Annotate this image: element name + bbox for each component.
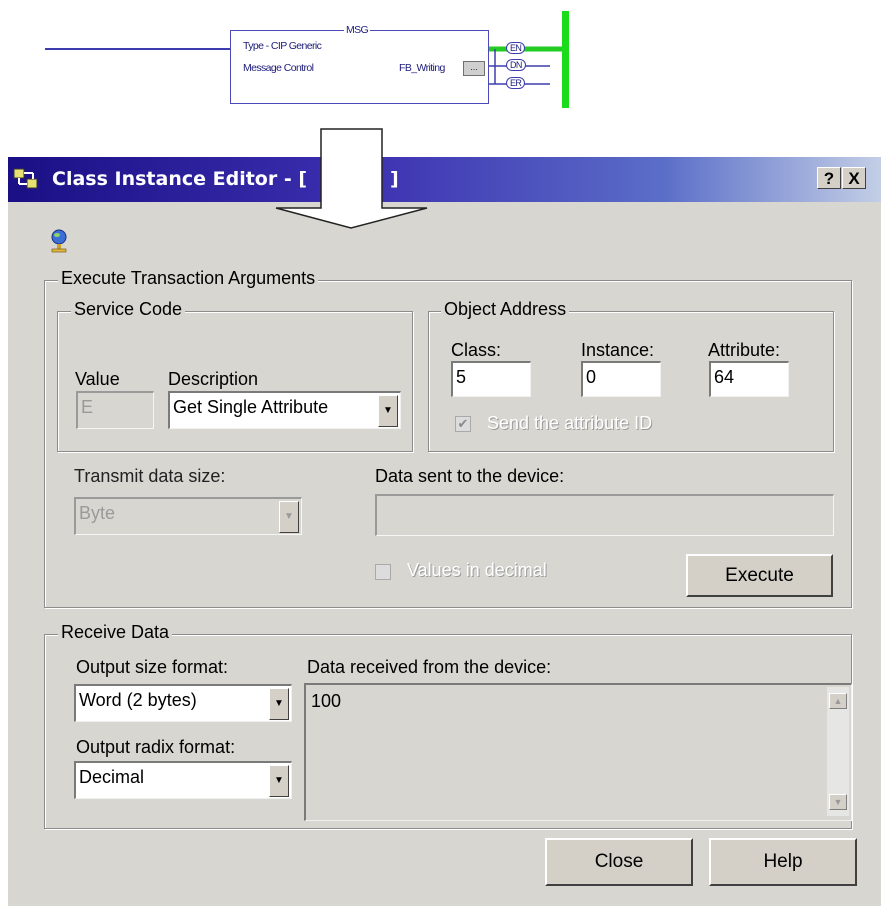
description-dropdown[interactable]: Get Single Attribute ▼: [168, 391, 401, 429]
service-value-field: E: [76, 391, 154, 429]
execute-transaction-label: Execute Transaction Arguments: [58, 268, 319, 289]
data-received-value: 100: [311, 691, 342, 711]
device-icon: [48, 228, 70, 254]
chevron-down-icon[interactable]: ▼: [269, 688, 289, 720]
transmit-size-label: Transmit data size:: [74, 466, 226, 486]
output-size-dropdown[interactable]: Word (2 bytes) ▼: [74, 684, 292, 722]
app-icon: [13, 167, 41, 191]
down-arrow-graphic: [275, 128, 428, 229]
execute-button[interactable]: Execute: [686, 554, 833, 597]
output-size-label: Output size format:: [76, 657, 229, 677]
er-bit: ER: [506, 77, 526, 89]
data-sent-field: [375, 494, 834, 536]
scroll-up-icon[interactable]: ▲: [829, 693, 847, 709]
msg-browse-button[interactable]: ...: [463, 61, 485, 76]
service-code-label: Service Code: [71, 299, 186, 320]
output-radix-dropdown[interactable]: Decimal ▼: [74, 761, 292, 799]
ladder-rung: MSG Type - CIP Generic Message Control F…: [0, 0, 881, 120]
help-button[interactable]: Help: [709, 838, 857, 886]
chevron-down-icon: ▼: [279, 501, 299, 533]
en-bit: EN: [506, 42, 526, 54]
attribute-label: Attribute:: [708, 340, 781, 360]
description-label: Description: [168, 369, 259, 389]
title-close-button[interactable]: X: [842, 167, 866, 189]
output-size-selected: Word (2 bytes): [79, 690, 197, 710]
values-decimal-checkbox[interactable]: [375, 564, 391, 580]
scrollbar[interactable]: ▲ ▼: [827, 687, 849, 816]
close-button[interactable]: Close: [545, 838, 693, 886]
data-received-textarea[interactable]: 100 ▲ ▼: [304, 683, 852, 821]
values-decimal-label: Values in decimal: [407, 560, 547, 580]
title-help-button[interactable]: ?: [817, 167, 841, 189]
transmit-size-selected: Byte: [79, 503, 116, 523]
receive-data-label: Receive Data: [58, 622, 173, 643]
value-label: Value: [75, 369, 120, 389]
output-radix-label: Output radix format:: [76, 737, 236, 757]
chevron-down-icon[interactable]: ▼: [378, 395, 398, 427]
data-sent-label: Data sent to the device:: [375, 466, 565, 486]
msg-tag-name: FB_Writing: [399, 62, 445, 74]
dn-bit: DN: [506, 59, 526, 71]
msg-type-line: Type - CIP Generic: [243, 40, 322, 52]
power-rail: [562, 11, 569, 108]
msg-control-line: Message Control: [243, 62, 314, 74]
window-title: Class Instance Editor - [: [52, 168, 308, 190]
object-address-label: Object Address: [441, 299, 570, 320]
chevron-down-icon[interactable]: ▼: [269, 765, 289, 797]
transmit-size-dropdown: Byte ▼: [74, 497, 302, 535]
class-input[interactable]: 5: [451, 361, 531, 397]
attribute-input[interactable]: 64: [709, 361, 789, 397]
send-attribute-label: Send the attribute ID: [487, 413, 653, 433]
msg-label: MSG: [344, 24, 371, 36]
output-radix-selected: Decimal: [79, 767, 145, 787]
description-selected: Get Single Attribute: [173, 397, 329, 417]
scroll-down-icon[interactable]: ▼: [829, 794, 847, 810]
instance-input[interactable]: 0: [581, 361, 661, 397]
send-attribute-checkbox[interactable]: ✔: [455, 416, 471, 432]
data-received-label: Data received from the device:: [307, 657, 552, 677]
instance-label: Instance:: [581, 340, 655, 360]
class-label: Class:: [451, 340, 502, 360]
